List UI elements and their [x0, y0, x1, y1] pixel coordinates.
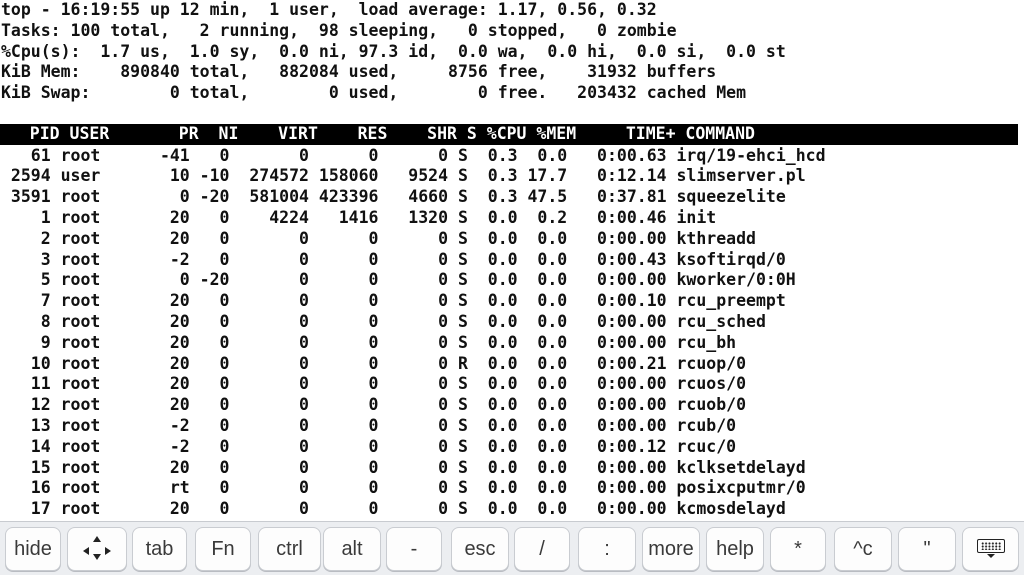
colon-key-label: : [604, 537, 610, 560]
process-row: 15 root 20 0 0 0 0 S 0.0 0.0 0:00.00 kcl… [1, 457, 806, 477]
quote-key[interactable]: " [898, 527, 956, 571]
process-row: 16 root rt 0 0 0 0 S 0.0 0.0 0:00.00 pos… [1, 478, 806, 498]
ctrl-c-key[interactable]: ^c [834, 527, 892, 571]
summary-line: top - 16:19:55 up 12 min, 1 user, load a… [1, 0, 657, 19]
process-row: 3 root -2 0 0 0 0 S 0.0 0.0 0:00.43 ksof… [1, 249, 786, 269]
process-row: 12 root 20 0 0 0 0 S 0.0 0.0 0:00.00 rcu… [1, 395, 747, 415]
hide-key-label: hide [14, 537, 52, 560]
process-row: 7 root 20 0 0 0 0 S 0.0 0.0 0:00.10 rcu_… [1, 291, 786, 311]
star-key[interactable]: * [770, 527, 826, 571]
summary-line: Tasks: 100 total, 2 running, 98 sleeping… [1, 20, 677, 40]
more-key-label: more [648, 537, 694, 560]
arrows-key[interactable] [67, 527, 127, 571]
process-row: 2594 user 10 -10 274572 158060 9524 S 0.… [1, 166, 806, 186]
process-row: 61 root -41 0 0 0 0 S 0.3 0.0 0:00.63 ir… [1, 145, 826, 165]
slash-key[interactable]: / [514, 527, 570, 571]
help-key[interactable]: help [706, 527, 764, 571]
process-row: 5 root 0 -20 0 0 0 S 0.0 0.0 0:00.00 kwo… [1, 270, 796, 290]
process-row: 10 root 20 0 0 0 0 R 0.0 0.0 0:00.21 rcu… [1, 353, 747, 373]
esc-key-label: esc [464, 537, 496, 560]
keyboard-icon [976, 539, 1005, 559]
more-key[interactable]: more [642, 527, 700, 571]
tab-key-label: tab [145, 537, 174, 560]
fn-key[interactable]: Fn [195, 527, 251, 571]
summary-line: KiB Swap: 0 total, 0 used, 0 free. 20343… [1, 83, 747, 103]
slash-key-label: / [539, 537, 545, 560]
hide-key[interactable]: hide [5, 527, 61, 571]
dash-key-label: - [410, 537, 418, 560]
quote-key-label: " [923, 537, 931, 560]
process-row: 9 root 20 0 0 0 0 S 0.0 0.0 0:00.00 rcu_… [1, 332, 737, 352]
ctrl-key-label: ctrl [276, 537, 303, 560]
process-row: 13 root -2 0 0 0 0 S 0.0 0.0 0:00.00 rcu… [1, 416, 737, 435]
star-key-label: * [794, 537, 802, 560]
extra-keys-toolbar: hide tab Fn ctrl alt - esc /: more help * ^c " [0, 521, 1024, 575]
ctrl-c-key-label: ^c [853, 537, 873, 560]
process-row: 8 root 20 0 0 0 0 S 0.0 0.0 0:00.00 rcu_… [1, 312, 766, 331]
summary-line: KiB Mem: 890840 total, 882084 used, 8756… [1, 62, 717, 82]
tab-key[interactable]: tab [132, 527, 187, 571]
summary-line: %Cpu(s): 1.7 us, 1.0 sy, 0.0 ni, 97.3 id… [1, 41, 786, 61]
esc-key[interactable]: esc [451, 527, 509, 571]
process-row: 14 root -2 0 0 0 0 S 0.0 0.0 0:00.12 rcu… [1, 436, 737, 456]
terminal-screen[interactable]: top - 16:19:55 up 12 min, 1 user, load a… [0, 0, 1024, 521]
alt-key[interactable]: alt [323, 527, 381, 571]
process-row: 11 root 20 0 0 0 0 S 0.0 0.0 0:00.00 rcu… [1, 374, 747, 394]
help-key-label: help [716, 537, 754, 560]
colon-key[interactable]: : [578, 527, 636, 571]
ctrl-key[interactable]: ctrl [258, 527, 321, 571]
fn-key-label: Fn [211, 537, 235, 560]
alt-key-label: alt [341, 537, 363, 560]
process-table-header: PID USER PR NI VIRT RES SHR S %CPU %MEM … [0, 123, 1018, 145]
dash-key[interactable]: - [386, 527, 442, 571]
process-row: 2 root 20 0 0 0 0 S 0.0 0.0 0:00.00 kthr… [1, 228, 756, 248]
arrow-keys-icon [77, 534, 117, 564]
process-row: 1 root 20 0 4224 1416 1320 S 0.0 0.2 0:0… [1, 208, 717, 227]
process-row: 3591 root 0 -20 581004 423396 4660 S 0.3… [1, 187, 786, 207]
keyboard-toggle-key[interactable] [962, 527, 1019, 571]
process-row: 17 root 20 0 0 0 0 S 0.0 0.0 0:00.00 kcm… [1, 499, 786, 519]
